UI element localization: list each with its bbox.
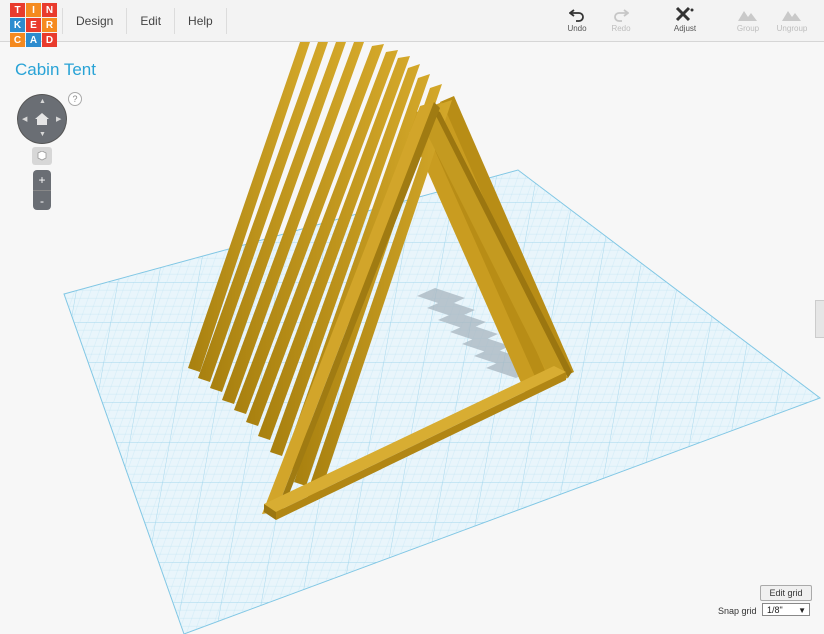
logo-letter: C: [10, 33, 25, 47]
menu-help[interactable]: Help: [175, 7, 227, 34]
fit-view-icon: [37, 151, 47, 161]
orbit-right-icon[interactable]: ▶: [56, 115, 61, 123]
fit-view-button[interactable]: [32, 147, 52, 165]
undo-button[interactable]: Undo: [557, 6, 597, 33]
undo-icon: [557, 6, 597, 24]
ungroup-label: Ungroup: [776, 24, 808, 33]
scene-3d[interactable]: [0, 42, 824, 634]
adjust-button[interactable]: Adjust: [665, 6, 705, 33]
menu-design[interactable]: Design: [62, 7, 128, 34]
redo-icon: [601, 6, 641, 24]
orbit-down-icon[interactable]: ▼: [39, 131, 46, 138]
shape-panel-toggle[interactable]: [815, 300, 824, 338]
workplane-viewport[interactable]: Cabin Tent ? ▲ ▼ ◀ ▶ + - Edit grid Snap …: [0, 42, 824, 634]
logo-letter: N: [42, 3, 57, 17]
snap-grid-select[interactable]: 1/8" ▼: [762, 603, 810, 616]
top-toolbar: T I N K E R C A D Design Edit Help Undo …: [0, 0, 824, 47]
redo-button[interactable]: Redo: [601, 6, 641, 33]
zoom-control: + -: [33, 170, 51, 210]
group-button[interactable]: Group: [728, 6, 768, 33]
orbit-left-icon[interactable]: ◀: [22, 115, 27, 123]
logo-letter: T: [10, 3, 25, 17]
logo-letter: I: [26, 3, 41, 17]
redo-label: Redo: [611, 24, 631, 33]
edit-grid-button[interactable]: Edit grid: [760, 585, 812, 601]
workplane-grid-lines: [64, 170, 820, 634]
zoom-out-button[interactable]: -: [33, 191, 51, 211]
ungroup-button[interactable]: Ungroup: [772, 6, 812, 33]
snap-grid-label: Snap grid: [718, 606, 757, 616]
tinkercad-logo[interactable]: T I N K E R C A D: [10, 3, 58, 48]
main-menu: Design Edit Help: [62, 0, 227, 41]
group-label: Group: [736, 24, 760, 33]
logo-letter: R: [42, 18, 57, 32]
logo-letter: D: [42, 33, 57, 47]
design-title[interactable]: Cabin Tent: [15, 60, 96, 80]
help-button[interactable]: ?: [68, 92, 82, 106]
home-icon[interactable]: [33, 110, 51, 128]
undo-label: Undo: [567, 24, 587, 33]
logo-letter: E: [26, 18, 41, 32]
view-cube-compass[interactable]: ▲ ▼ ◀ ▶: [18, 95, 66, 143]
chevron-down-icon: ▼: [798, 606, 806, 615]
adjust-icon: [665, 6, 705, 24]
snap-grid-value: 1/8": [767, 605, 783, 615]
ungroup-icon: [772, 6, 812, 24]
logo-letter: A: [26, 33, 41, 47]
zoom-in-button[interactable]: +: [33, 170, 51, 191]
menu-edit[interactable]: Edit: [127, 7, 176, 34]
group-icon: [728, 6, 768, 24]
orbit-up-icon[interactable]: ▲: [39, 98, 46, 105]
logo-letter: K: [10, 18, 25, 32]
adjust-label: Adjust: [673, 24, 697, 33]
